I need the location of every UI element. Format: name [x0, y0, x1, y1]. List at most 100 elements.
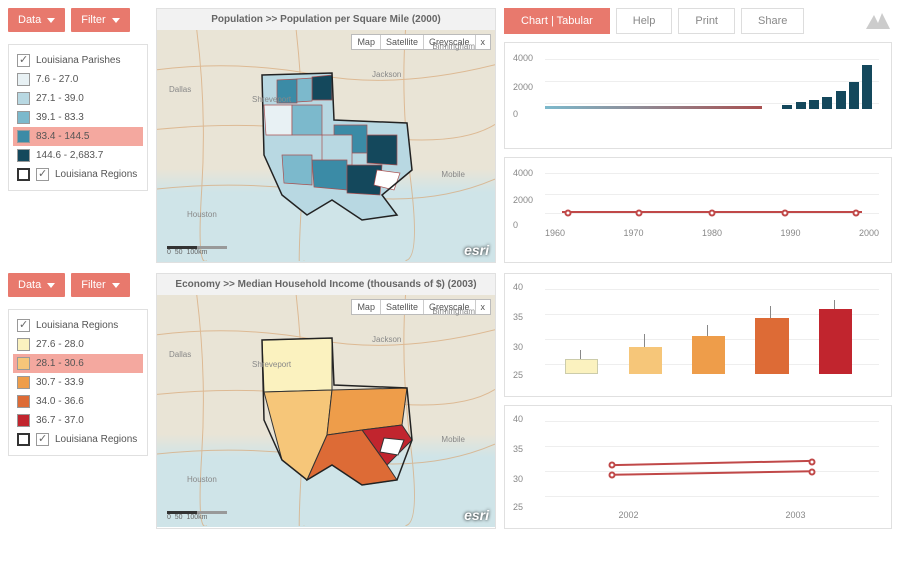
point [709, 209, 716, 216]
caret-down-icon [112, 283, 120, 288]
ytick: 0 [513, 220, 518, 230]
point [782, 209, 789, 216]
line [612, 460, 812, 466]
point [809, 459, 816, 466]
errorbar [834, 300, 835, 309]
caret-down-icon [47, 283, 55, 288]
checkbox-icon[interactable] [17, 319, 30, 332]
bar [836, 91, 846, 109]
ytick: 35 [513, 444, 523, 454]
region-outline-swatch [17, 168, 30, 181]
map-close[interactable]: x [475, 35, 491, 49]
legend-title: Louisiana Regions [36, 320, 118, 331]
ytick: 25 [513, 502, 523, 512]
xtick: 1970 [623, 228, 643, 238]
errorbar [644, 334, 645, 347]
data-button[interactable]: Data [8, 8, 65, 32]
map-type-satellite[interactable]: Satellite [380, 35, 423, 49]
legend-label: 28.1 - 30.6 [36, 358, 84, 369]
legend-label: 34.0 - 36.6 [36, 396, 84, 407]
bar [796, 102, 806, 109]
legend-label: 83.4 - 144.5 [36, 131, 89, 142]
map-canvas[interactable]: Map Satellite Greyscale x Birmingham Jac… [157, 30, 495, 262]
bar [809, 100, 819, 109]
legend-label: 39.1 - 83.3 [36, 112, 84, 123]
legend-label: 27.1 - 39.0 [36, 93, 84, 104]
chart-density-distribution: 4000 2000 0 [504, 42, 892, 149]
point [608, 472, 615, 479]
filter-button[interactable]: Filter [71, 8, 129, 32]
legend-label: 144.6 - 2,683.7 [36, 150, 103, 161]
swatch [17, 414, 30, 427]
city-label: Dallas [169, 85, 191, 94]
chart-income-trend: 40 35 30 25 2002 2003 [504, 405, 892, 529]
city-label: Jackson [372, 335, 401, 344]
city-label: Mobile [441, 170, 465, 179]
swatch [17, 357, 30, 370]
ytick: 25 [513, 370, 523, 380]
xtick: 2003 [785, 510, 805, 520]
louisiana-regions [252, 330, 432, 500]
checkbox-icon[interactable] [36, 433, 49, 446]
city-label: Shreveport [252, 95, 291, 104]
city-label: Birmingham [432, 307, 475, 316]
brand-logo-icon [864, 11, 892, 31]
city-label: Dallas [169, 350, 191, 359]
map-type-map[interactable]: Map [352, 35, 380, 49]
scalebar: 0 50 100km [167, 246, 227, 256]
caret-down-icon [112, 18, 120, 23]
chart-income-bars: 40 35 30 25 [504, 273, 892, 397]
xtick: 2002 [618, 510, 638, 520]
errorbar [770, 306, 771, 319]
city-label: Birmingham [432, 42, 475, 51]
ytick: 0 [513, 109, 518, 119]
legend-label: 27.6 - 28.0 [36, 339, 84, 350]
point [565, 209, 572, 216]
checkbox-icon[interactable] [36, 168, 49, 181]
ytick: 30 [513, 474, 523, 484]
legend-label: 30.7 - 33.9 [36, 377, 84, 388]
xtick: 2000 [859, 228, 879, 238]
bars-low [545, 106, 762, 109]
bar [782, 105, 792, 109]
swatch [17, 149, 30, 162]
ytick: 2000 [513, 82, 533, 92]
filter-button[interactable]: Filter [71, 273, 129, 297]
ytick: 35 [513, 312, 523, 322]
ytick: 4000 [513, 168, 533, 178]
city-label: Houston [187, 475, 217, 484]
label: Data [18, 14, 41, 26]
point [809, 469, 816, 476]
legend-title: Louisiana Parishes [36, 55, 121, 66]
tab-chart-tabular[interactable]: Chart | Tabular [504, 8, 610, 34]
city-label: Houston [187, 210, 217, 219]
swatch [17, 130, 30, 143]
legend-panel: Louisiana Parishes 7.6 - 27.0 27.1 - 39.… [8, 44, 148, 191]
bar [819, 309, 852, 374]
map-close[interactable]: x [475, 300, 491, 314]
data-button[interactable]: Data [8, 273, 65, 297]
label: Filter [81, 14, 105, 26]
bar [565, 359, 598, 374]
tab-help[interactable]: Help [616, 8, 673, 34]
city-label: Shreveport [252, 360, 291, 369]
legend-footer: Louisiana Regions [55, 169, 137, 180]
bar [849, 82, 859, 109]
tab-share[interactable]: Share [741, 8, 804, 34]
point [608, 462, 615, 469]
label: Data [18, 279, 41, 291]
swatch [17, 92, 30, 105]
swatch [17, 376, 30, 389]
ytick: 40 [513, 414, 523, 424]
city-label: Jackson [372, 70, 401, 79]
bar [629, 347, 662, 374]
city-label: Mobile [441, 435, 465, 444]
ytick: 30 [513, 342, 523, 352]
map-canvas[interactable]: Map Satellite Greyscale x Birmingham Jac… [157, 295, 495, 527]
legend-label: 7.6 - 27.0 [36, 74, 78, 85]
tab-print[interactable]: Print [678, 8, 735, 34]
xtick: 1990 [780, 228, 800, 238]
map-type-map[interactable]: Map [352, 300, 380, 314]
map-type-satellite[interactable]: Satellite [380, 300, 423, 314]
checkbox-icon[interactable] [17, 54, 30, 67]
